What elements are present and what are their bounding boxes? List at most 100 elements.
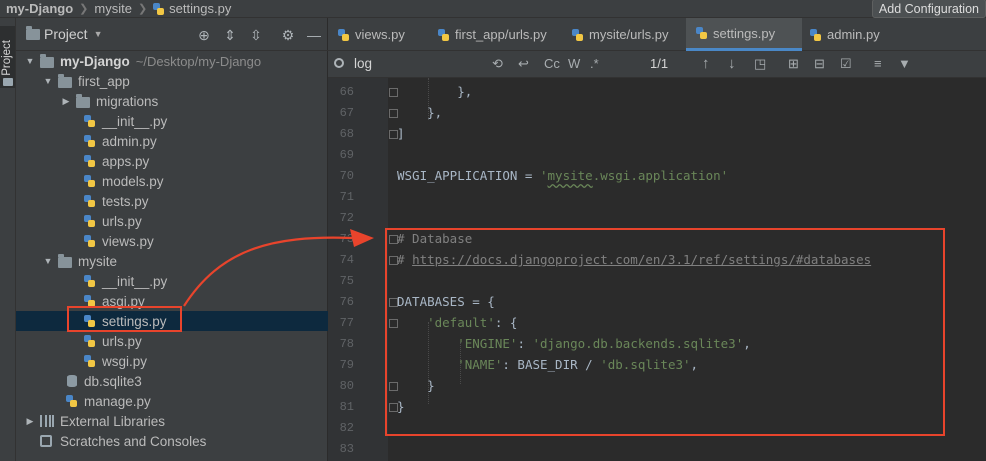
tree-item-external-libraries[interactable]: ▶ External Libraries — [16, 411, 328, 431]
tree-item-file[interactable]: admin.py — [16, 131, 328, 151]
tree-item-label: mysite — [78, 253, 118, 269]
tab-admin[interactable]: admin.py — [802, 18, 902, 51]
python-file-icon — [64, 394, 80, 408]
tab-views[interactable]: views.py — [328, 18, 428, 51]
crosshair-icon[interactable]: ⊕ — [196, 27, 212, 43]
tree-item-file[interactable]: models.py — [16, 171, 328, 191]
project-panel-title[interactable]: Project — [44, 26, 88, 42]
code-line: }, — [397, 84, 473, 99]
select-all-occurrences-icon[interactable]: ☑ — [840, 55, 852, 73]
python-file-icon — [82, 194, 98, 208]
open-in-window-icon[interactable]: ◳ — [754, 55, 766, 73]
tree-item-file[interactable]: __init__.py — [16, 111, 328, 131]
add-occurrence-icon[interactable]: ⊞ — [788, 55, 799, 73]
tree-item-file[interactable]: views.py — [16, 231, 328, 251]
python-file-icon — [82, 214, 98, 228]
python-file-icon — [810, 28, 821, 41]
tree-item-folder[interactable]: ▶ migrations — [16, 91, 328, 111]
breadcrumb-folder[interactable]: mysite — [94, 1, 132, 16]
navigation-bar: my-Django ❯ mysite ❯ settings.py Add Con… — [0, 0, 986, 18]
line-number: 79 — [339, 358, 354, 372]
database-icon — [64, 374, 80, 388]
tree-item-file[interactable]: db.sqlite3 — [16, 371, 328, 391]
folder-icon — [58, 74, 74, 88]
python-file-icon — [82, 134, 98, 148]
match-case-toggle[interactable]: Cc — [544, 55, 560, 73]
gear-icon[interactable]: ⚙ — [280, 27, 296, 43]
tree-item-file[interactable]: apps.py — [16, 151, 328, 171]
project-tool-tab[interactable]: Project — [0, 26, 15, 88]
tree-item-label: urls.py — [102, 213, 142, 229]
minimize-icon[interactable]: — — [306, 27, 322, 43]
line-number: 75 — [339, 274, 354, 288]
line-number: 74 — [339, 253, 354, 267]
folder-icon — [58, 254, 74, 268]
line-number: 76 — [339, 295, 354, 309]
tree-item-label: wsgi.py — [102, 353, 148, 369]
chevron-down-icon[interactable]: ▼ — [24, 56, 36, 66]
python-file-icon — [82, 154, 98, 168]
line-number: 73 — [339, 232, 354, 246]
tab-label: mysite/urls.py — [589, 27, 669, 42]
tree-item-file[interactable]: manage.py — [16, 391, 328, 411]
line-number: 83 — [339, 442, 354, 456]
chevron-down-icon[interactable]: ▼ — [94, 29, 103, 39]
tree-item-label: apps.py — [102, 153, 150, 169]
breadcrumb-separator: ❯ — [137, 3, 148, 15]
code-line: }, — [397, 105, 443, 120]
filter-options-icon[interactable]: ≡ — [874, 55, 882, 73]
line-number: 78 — [339, 337, 354, 351]
add-configuration-button[interactable]: Add Configuration — [871, 0, 986, 18]
clear-search-icon[interactable]: ⟲ — [492, 55, 503, 73]
tree-item-file[interactable]: tests.py — [16, 191, 328, 211]
search-input[interactable]: log — [354, 55, 372, 73]
tree-item-folder[interactable]: ▼ mysite — [16, 251, 328, 271]
arrow-up-icon[interactable]: ↑ — [702, 55, 710, 73]
tree-item-folder[interactable]: ▼ first_app — [16, 71, 328, 91]
code-line: WSGI_APPLICATION = 'mysite.wsgi.applicat… — [397, 168, 729, 183]
tab-first-app-urls[interactable]: first_app/urls.py — [428, 18, 564, 51]
tab-mysite-urls[interactable]: mysite/urls.py — [564, 18, 686, 51]
tree-item-label: admin.py — [102, 133, 157, 149]
match-count: 1/1 — [650, 56, 669, 71]
python-file-icon — [696, 27, 707, 39]
expand-all-icon[interactable]: ⇕ — [222, 27, 238, 43]
breadcrumb-separator: ❯ — [79, 3, 89, 15]
tree-item-file[interactable]: urls.py — [16, 331, 328, 351]
tree-item-label: models.py — [102, 173, 164, 189]
chevron-right-icon[interactable]: ▶ — [60, 96, 72, 107]
tab-label: first_app/urls.py — [455, 27, 547, 42]
tab-settings[interactable]: settings.py — [686, 18, 802, 51]
regex-toggle[interactable]: .* — [590, 55, 599, 73]
tree-item-label: urls.py — [102, 333, 142, 349]
tree-item-file[interactable]: __init__.py — [16, 271, 328, 291]
python-file-icon — [338, 28, 349, 41]
chevron-down-icon[interactable]: ▼ — [42, 76, 54, 86]
tree-item-file[interactable]: urls.py — [16, 211, 328, 231]
annotation-highlight-databases-block — [385, 228, 945, 436]
tree-root[interactable]: ▼ my-Django ~/Desktop/my-Django — [16, 51, 328, 71]
line-number: 68 — [339, 127, 354, 141]
line-number: 81 — [339, 400, 354, 414]
remove-occurrence-icon[interactable]: ⊟ — [814, 55, 825, 73]
chevron-right-icon[interactable]: ▶ — [24, 416, 36, 427]
breadcrumb-project[interactable]: my-Django — [6, 1, 73, 16]
whole-words-toggle[interactable]: W — [568, 55, 580, 73]
tree-item-label: manage.py — [84, 393, 151, 409]
editor-tabs: views.py first_app/urls.py mysite/urls.p… — [328, 18, 986, 51]
project-tool-label: Project — [1, 40, 13, 76]
python-file-icon — [82, 234, 98, 248]
python-file-icon — [82, 334, 98, 348]
breadcrumb-file[interactable]: settings.py — [153, 1, 231, 16]
newline-icon[interactable]: ↩ — [518, 55, 529, 73]
collapse-all-icon[interactable]: ⇳ — [248, 27, 264, 43]
line-number: 66 — [339, 85, 354, 99]
tree-item-scratches[interactable]: Scratches and Consoles — [16, 431, 328, 451]
filter-icon[interactable]: ▼ — [898, 55, 911, 73]
root-folder-name: my-Django — [60, 53, 130, 69]
line-number: 70 — [339, 169, 354, 183]
tree-item-label: External Libraries — [60, 413, 166, 429]
tree-item-file[interactable]: wsgi.py — [16, 351, 328, 371]
chevron-down-icon[interactable]: ▼ — [42, 256, 54, 266]
arrow-down-icon[interactable]: ↓ — [728, 55, 736, 73]
